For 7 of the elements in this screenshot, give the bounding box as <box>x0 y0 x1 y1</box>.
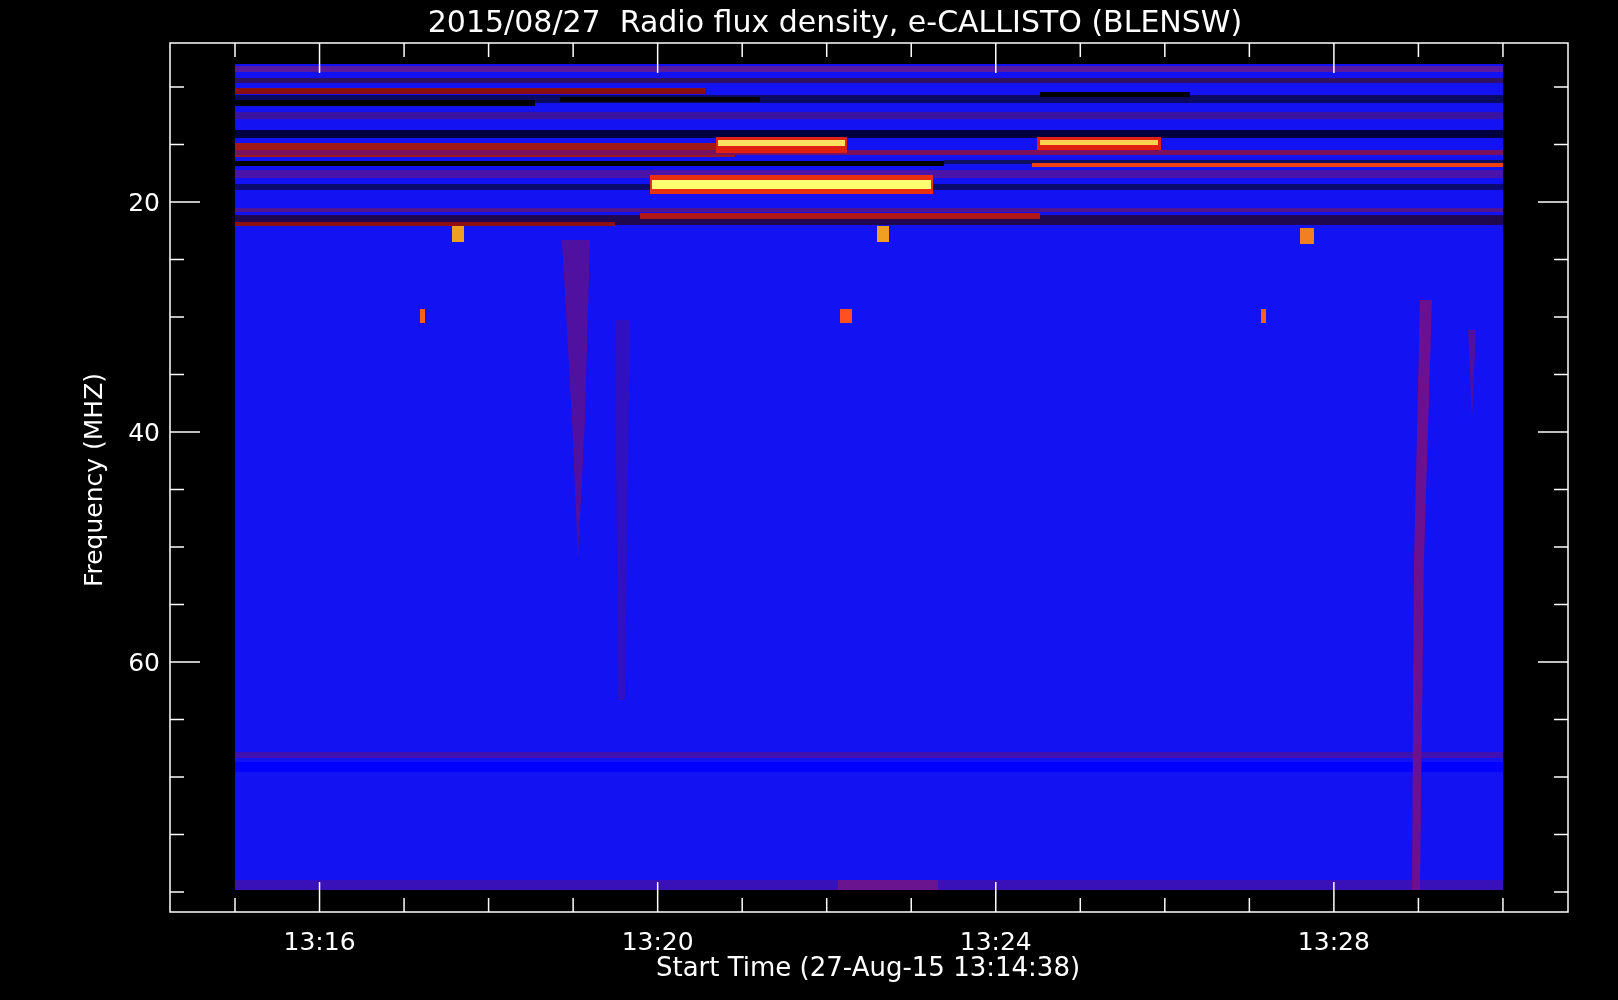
axis-tick-label: 60 <box>128 648 160 677</box>
axis-tick-label: 13:28 <box>1297 927 1370 956</box>
axis-tick-label: 40 <box>128 418 160 447</box>
axis-tick-label: 13:16 <box>283 927 356 956</box>
chart-title: 2015/08/27 Radio flux density, e-CALLISTO (BLENSW) <box>427 4 1243 39</box>
axis-title: Frequency (MHZ) <box>79 372 108 588</box>
axis-tick-label: 20 <box>128 188 160 217</box>
